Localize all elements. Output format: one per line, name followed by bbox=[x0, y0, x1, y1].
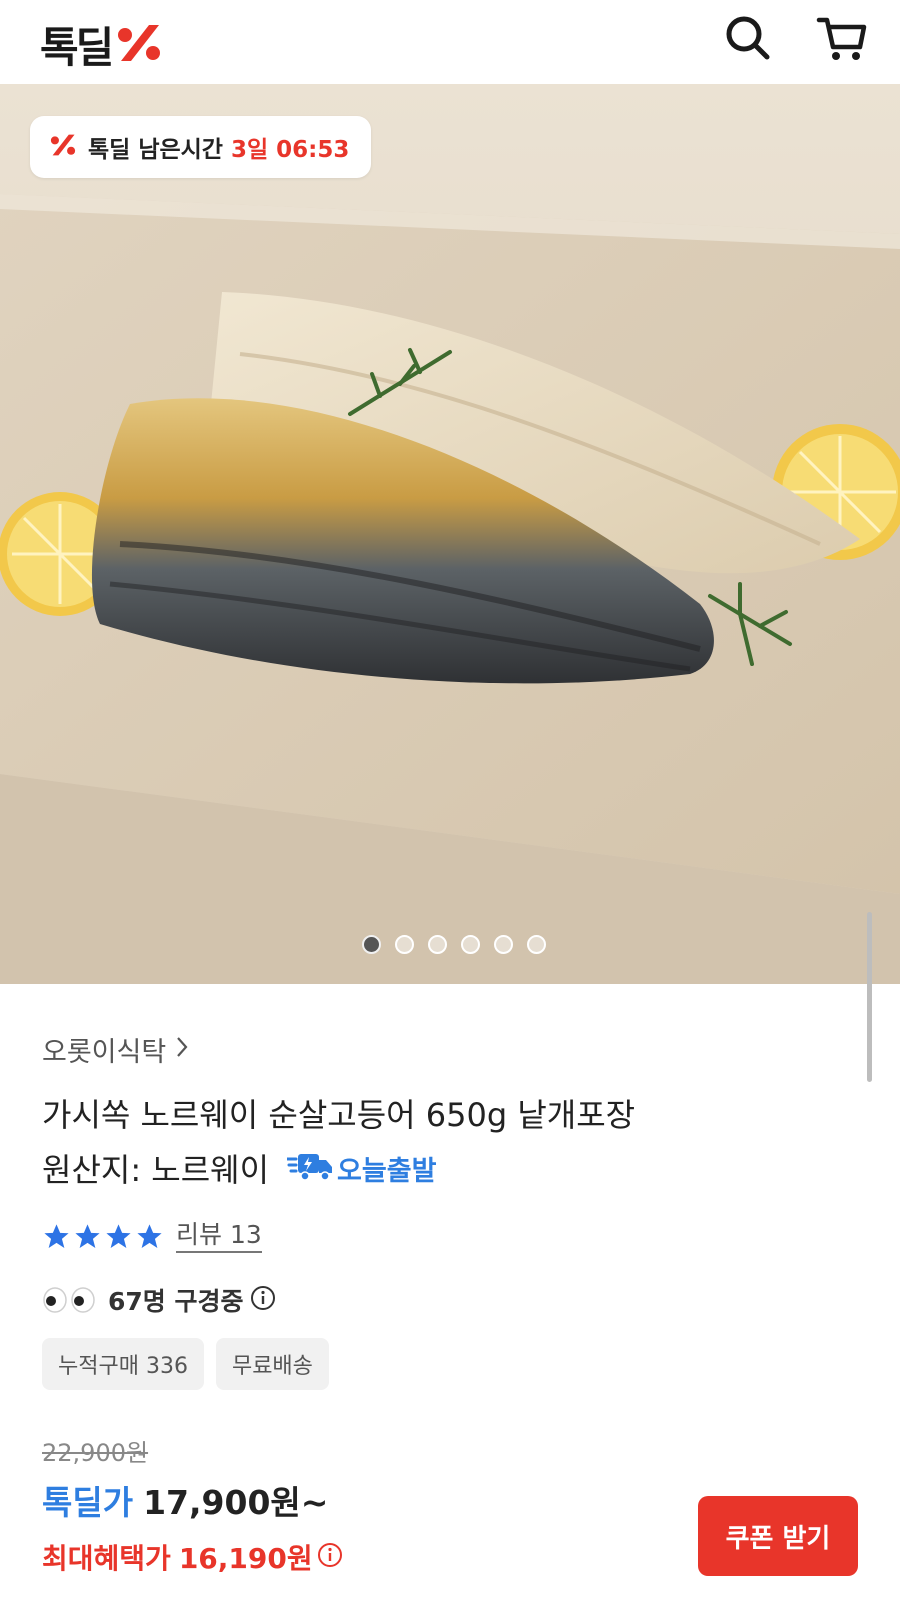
app-header: 톡딜 bbox=[0, 0, 900, 84]
product-tags: 누적구매 336 무료배송 bbox=[42, 1338, 329, 1390]
shipping-badge-label: 오늘출발 bbox=[337, 1155, 437, 1187]
logo-text: 톡딜 bbox=[40, 23, 114, 72]
page-scrollbar[interactable] bbox=[867, 912, 872, 1082]
product-title: 가시쏙 노르웨이 순살고등어 650g 낱개포장 bbox=[42, 1096, 636, 1134]
carousel-dot[interactable] bbox=[494, 935, 513, 954]
rating-row[interactable]: 리뷰 13 bbox=[42, 1220, 262, 1253]
origin-row: 원산지: 노르웨이 오늘출발 bbox=[42, 1145, 436, 1191]
timer-value: 3일 06:53 bbox=[230, 137, 350, 163]
carousel-dot[interactable] bbox=[428, 935, 447, 954]
carousel-dot[interactable] bbox=[461, 935, 480, 954]
viewing-count: 67명 구경중 bbox=[108, 1287, 244, 1316]
percent-mark-icon bbox=[113, 21, 165, 69]
search-icon[interactable] bbox=[722, 12, 774, 64]
star-icon bbox=[44, 1224, 69, 1248]
max-benefit-label: 최대혜택가 bbox=[42, 1542, 171, 1575]
max-benefit-price: 16,190원 bbox=[178, 1542, 313, 1575]
star-rating bbox=[42, 1222, 164, 1251]
info-icon[interactable] bbox=[250, 1285, 276, 1315]
product-origin: 원산지: 노르웨이 bbox=[42, 1151, 270, 1189]
eyes-icon bbox=[42, 1286, 98, 1314]
product-image-carousel[interactable]: 톡딜 남은시간 3일 06:53 bbox=[0, 84, 900, 984]
deal-price: 17,900원~ bbox=[143, 1483, 329, 1522]
seller-link[interactable]: 오롯이식탁 bbox=[42, 1030, 188, 1069]
chevron-right-icon bbox=[176, 1034, 188, 1065]
timer-label: 톡딜 남은시간 bbox=[88, 137, 223, 163]
tag-purchase-count: 누적구매 336 bbox=[42, 1338, 204, 1390]
percent-mark-icon bbox=[48, 132, 78, 162]
cart-icon[interactable] bbox=[816, 12, 868, 64]
info-icon[interactable] bbox=[317, 1542, 343, 1572]
deal-price-label: 톡딜가 bbox=[42, 1483, 134, 1522]
deal-timer-badge: 톡딜 남은시간 3일 06:53 bbox=[30, 116, 372, 178]
carousel-dot[interactable] bbox=[395, 935, 414, 954]
logo[interactable]: 톡딜 bbox=[40, 14, 165, 75]
shipping-badge: 오늘출발 bbox=[285, 1149, 437, 1188]
fast-delivery-truck-icon bbox=[285, 1151, 333, 1185]
star-icon bbox=[75, 1224, 100, 1248]
seller-name: 오롯이식탁 bbox=[42, 1037, 167, 1068]
review-count-link[interactable]: 리뷰 13 bbox=[176, 1220, 262, 1253]
product-photo bbox=[0, 84, 900, 984]
deal-price-row: 톡딜가 17,900원~ bbox=[42, 1476, 328, 1524]
original-price: 22,900원 bbox=[42, 1439, 149, 1467]
viewing-row: 67명 구경중 bbox=[42, 1282, 276, 1318]
star-icon bbox=[106, 1224, 131, 1248]
carousel-dot[interactable] bbox=[362, 935, 381, 954]
max-benefit-row: 최대혜택가 16,190원 bbox=[42, 1537, 343, 1577]
star-icon bbox=[137, 1224, 162, 1248]
carousel-indicator bbox=[362, 935, 546, 954]
get-coupon-button[interactable]: 쿠폰 받기 bbox=[698, 1496, 858, 1576]
tag-free-shipping: 무료배송 bbox=[215, 1338, 329, 1390]
carousel-dot[interactable] bbox=[527, 935, 546, 954]
